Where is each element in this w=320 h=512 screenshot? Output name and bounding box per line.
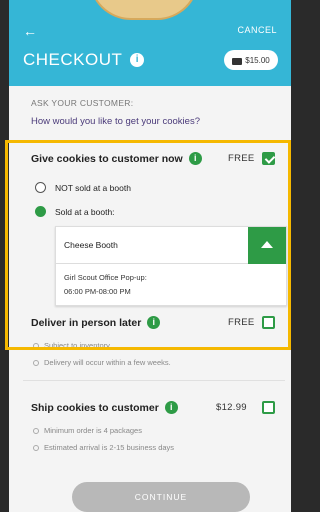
ask-question: How would you like to get your cookies? — [31, 116, 200, 127]
ship-info-icon[interactable]: i — [164, 401, 178, 414]
deliver-later-note-2: Delivery will occur within a few weeks. — [33, 358, 171, 367]
page-title: CHECKOUT i — [23, 50, 145, 70]
cart-total-badge[interactable]: $15.00 — [224, 50, 278, 70]
info-icon[interactable]: i — [130, 53, 145, 67]
checkout-header: ← CANCEL CHECKOUT i $15.00 — [9, 0, 291, 86]
page-title-text: CHECKOUT — [23, 50, 123, 69]
ship-title: Ship cookies to customer — [31, 401, 159, 414]
highlight-frame — [5, 140, 291, 350]
ship-note-1-text: Minimum order is 4 packages — [44, 426, 142, 435]
ship-note-1: Minimum order is 4 packages — [33, 426, 142, 435]
ship-note-2: Estimated arrival is 2-15 business days — [33, 443, 174, 452]
ship-price: $12.99 — [216, 402, 247, 413]
cancel-button[interactable]: CANCEL — [237, 25, 277, 35]
ask-customer-label: ASK YOUR CUSTOMER: — [31, 98, 134, 108]
deliver-later-note-2-text: Delivery will occur within a few weeks. — [44, 358, 171, 367]
note-bullet-icon — [33, 427, 39, 434]
cart-icon — [232, 56, 243, 65]
cart-total: $15.00 — [245, 55, 270, 65]
ship-note-2-text: Estimated arrival is 2-15 business days — [44, 443, 175, 452]
divider — [23, 380, 285, 381]
back-arrow-icon[interactable]: ← — [23, 24, 39, 38]
cookie-illustration — [89, 0, 199, 20]
note-bullet-icon — [33, 444, 39, 451]
ship-option[interactable]: Ship cookies to customer i — [31, 401, 178, 414]
ship-checkbox[interactable] — [262, 401, 275, 414]
continue-button[interactable]: CONTINUE — [72, 482, 250, 512]
note-bullet-icon — [33, 359, 39, 366]
